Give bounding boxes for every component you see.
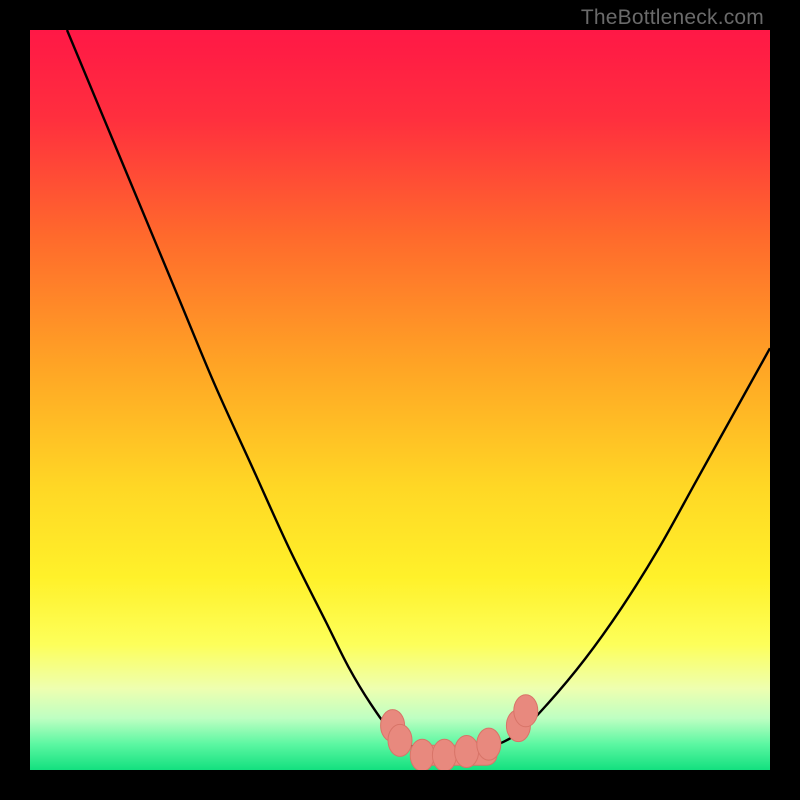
curve-layer: [30, 30, 770, 770]
marker-optimal-trough-2: [432, 739, 456, 770]
marker-optimal-trough-3: [455, 736, 479, 768]
marker-optimal-trough-4: [477, 728, 501, 760]
marker-optimal-cluster-left2: [388, 724, 412, 756]
watermark-text: TheBottleneck.com: [581, 6, 764, 30]
marker-optimal-cluster-right2: [514, 695, 538, 727]
bottleneck-curve: [67, 30, 770, 756]
marker-optimal-trough-1: [410, 739, 434, 770]
plot-area: [30, 30, 770, 770]
optimal-markers: [381, 695, 538, 770]
chart-frame: TheBottleneck.com: [0, 0, 800, 800]
